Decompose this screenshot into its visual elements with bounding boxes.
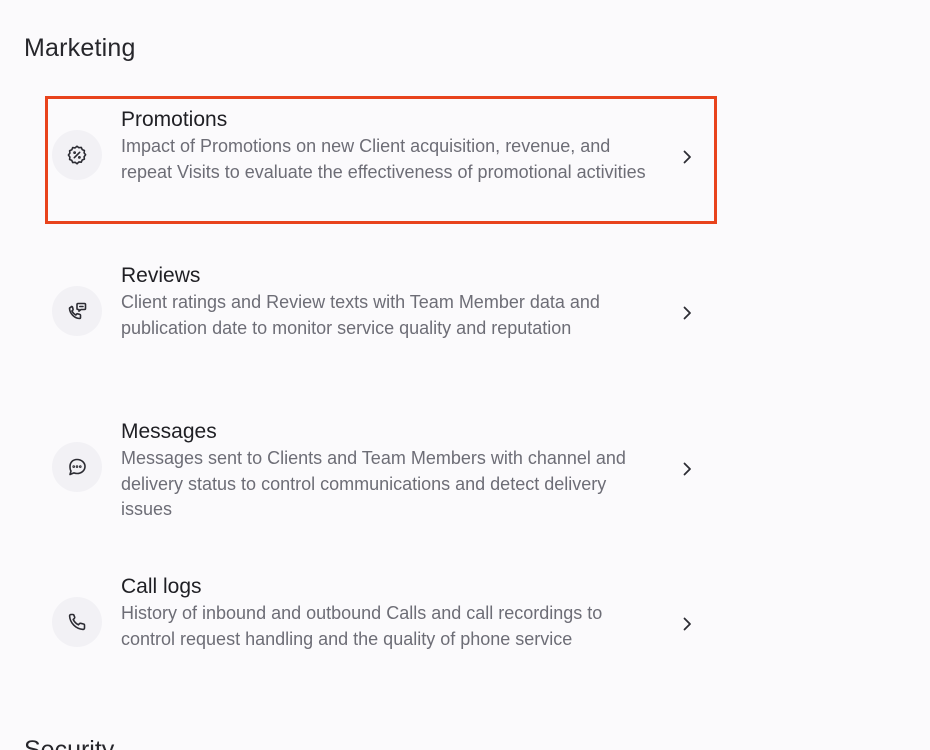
report-item-promotions[interactable]: Promotions Impact of Promotions on new C… — [45, 96, 717, 224]
item-title: Call logs — [121, 575, 202, 598]
next-section-title: Security — [24, 736, 115, 750]
item-title: Messages — [121, 420, 217, 443]
chevron-right-icon — [677, 614, 697, 634]
item-description: Messages sent to Clients and Team Member… — [121, 448, 626, 519]
phone-chat-icon — [52, 286, 102, 336]
phone-icon — [52, 597, 102, 647]
promotion-badge-icon — [52, 130, 102, 180]
chevron-right-icon — [677, 147, 697, 167]
report-item-messages[interactable]: Messages Messages sent to Clients and Te… — [45, 408, 717, 536]
report-item-reviews[interactable]: Reviews Client ratings and Review texts … — [45, 252, 717, 380]
item-text: Call logs History of inbound and outboun… — [121, 573, 661, 652]
item-title: Reviews — [121, 264, 201, 287]
item-text: Reviews Client ratings and Review texts … — [121, 262, 661, 341]
item-description: History of inbound and outbound Calls an… — [121, 603, 603, 649]
item-description: Client ratings and Review texts with Tea… — [121, 292, 600, 338]
item-text: Promotions Impact of Promotions on new C… — [121, 106, 661, 185]
report-item-call-logs[interactable]: Call logs History of inbound and outboun… — [45, 563, 717, 691]
chevron-right-icon — [677, 459, 697, 479]
chevron-right-icon — [677, 303, 697, 323]
section-title: Marketing — [24, 34, 136, 62]
message-bubble-icon — [52, 442, 102, 492]
item-title: Promotions — [121, 108, 228, 131]
item-text: Messages Messages sent to Clients and Te… — [121, 418, 661, 523]
reports-page: Marketing Promotions Impact of Promotion… — [0, 0, 930, 750]
item-description: Impact of Promotions on new Client acqui… — [121, 136, 646, 182]
